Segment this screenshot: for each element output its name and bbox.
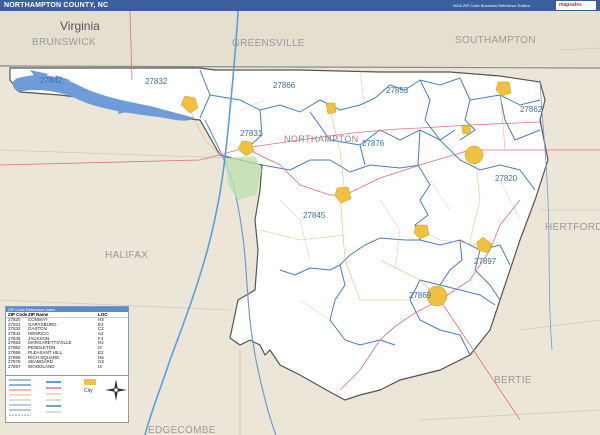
hertford-label: HERTFORD — [545, 222, 600, 233]
city-key-swatch — [84, 379, 96, 385]
greensville-label: GREENSVILLE — [232, 38, 305, 49]
legend-rows: 27820 CONWAY H3 27831 GARYSBURG E2 27832 GASTON… — [6, 317, 128, 370]
legend-row-zip: 27897 — [8, 363, 21, 369]
legend-row-name: WOODLAND — [28, 363, 55, 369]
map-title: NORTHAMPTON COUNTY, NC — [4, 2, 109, 9]
zip-label-27862: 27862 — [520, 105, 543, 114]
key-city-label: City — [84, 388, 93, 394]
county-label: NORTHAMPTON — [284, 134, 359, 144]
virginia-label: Virginia — [60, 19, 100, 33]
compass-rose-icon — [105, 379, 127, 401]
legend-row-loc: I4 — [98, 363, 102, 369]
zip-label-27820: 27820 — [495, 174, 518, 183]
title-bar: NORTHAMPTON COUNTY, NC 2026 ZIP Code Bus… — [0, 0, 600, 11]
halifax-label: HALIFAX — [105, 250, 148, 261]
brunswick-label: BRUNSWICK — [32, 37, 96, 48]
zip-label-27831: 27831 — [240, 129, 263, 138]
zip-label-27832: 27832 — [145, 77, 168, 86]
logo-text: mapsales — [559, 2, 582, 8]
zip-label-27869: 27869 — [409, 291, 432, 300]
southampton-label: SOUTHAMPTON — [455, 35, 536, 46]
map-page: NORTHAMPTON COUNTY, NC 2026 ZIP Code Bus… — [0, 0, 600, 435]
zip-label-27876: 27876 — [362, 139, 385, 148]
logo: mapsales — [556, 1, 596, 10]
bertie-label: BERTIE — [494, 375, 532, 386]
zip-legend: ZIP Code Reference Index ZIP Code ZIP Na… — [5, 306, 129, 377]
zip-label-27842: 27842 — [40, 76, 63, 85]
zip-label-27866: 27866 — [273, 81, 296, 90]
edition-text: 2026 ZIP Code Business Reference Edition — [452, 3, 530, 8]
edgecombe-label: EDGECOMBE — [148, 425, 216, 435]
zip-label-27845: 27845 — [303, 211, 326, 220]
zip-label-27897: 27897 — [474, 257, 497, 266]
legend-row: 27897 WOODLAND I4 — [6, 363, 128, 370]
zip-label-27853: 27853 — [386, 86, 409, 95]
